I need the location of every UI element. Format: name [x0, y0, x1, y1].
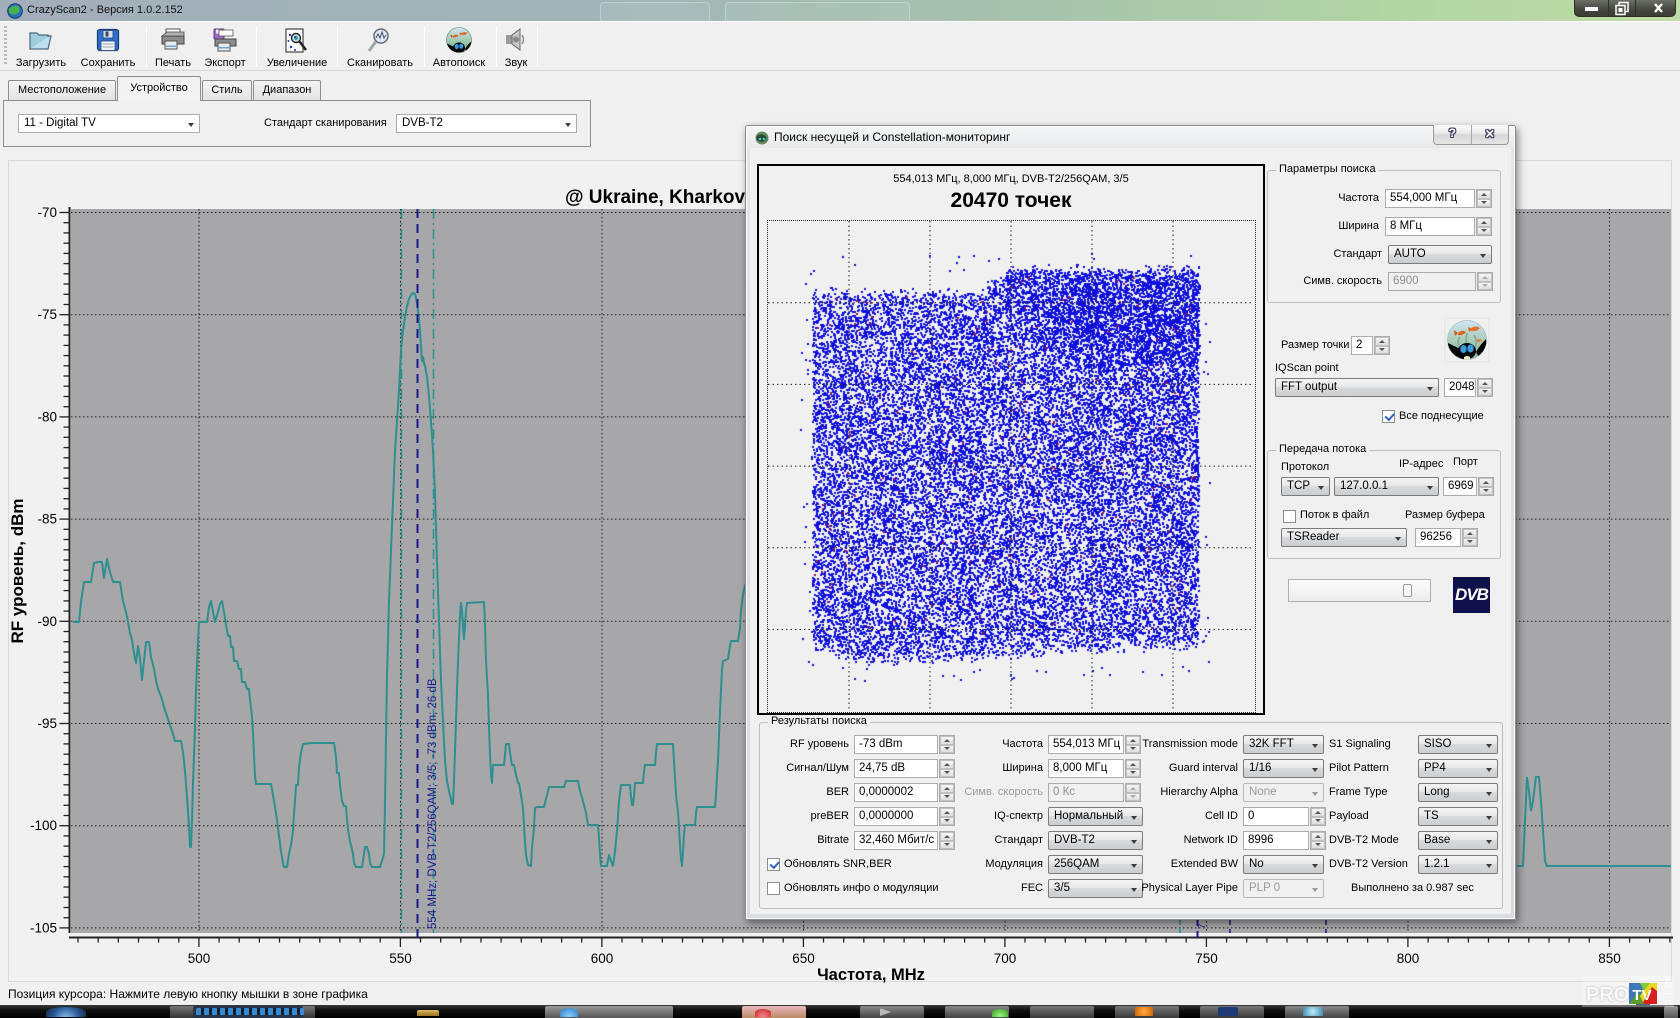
svg-text:-80: -80: [37, 409, 57, 424]
svg-text:-105: -105: [30, 920, 57, 935]
svg-text:7: 7: [1197, 923, 1208, 929]
svg-text:-75: -75: [37, 307, 57, 322]
svg-text:750: 750: [1195, 951, 1218, 966]
svg-text:554 MHz; DVB-T2/256QAM; 3/5; -: 554 MHz; DVB-T2/256QAM; 3/5; -73 dBm; 26…: [427, 678, 439, 929]
svg-text:Частота, MHz: Частота, MHz: [817, 966, 925, 983]
svg-text:RF уровень, dBm: RF уровень, dBm: [9, 498, 27, 643]
svg-text:550: 550: [389, 951, 412, 966]
svg-text:650: 650: [792, 951, 815, 966]
svg-text:-85: -85: [37, 512, 57, 527]
svg-text:800: 800: [1397, 951, 1420, 966]
svg-text:TV: TV: [1632, 987, 1651, 1004]
svg-text:-95: -95: [37, 716, 57, 731]
svg-text:@ Ukraine, Kharkov: @ Ukraine, Kharkov: [565, 187, 746, 208]
svg-text:700: 700: [994, 951, 1017, 966]
svg-text:600: 600: [591, 951, 614, 966]
svg-text:850: 850: [1598, 951, 1621, 966]
svg-text:-70: -70: [37, 205, 57, 220]
svg-text:-90: -90: [37, 614, 57, 629]
svg-text:-100: -100: [30, 818, 57, 833]
svg-text:500: 500: [188, 951, 211, 966]
